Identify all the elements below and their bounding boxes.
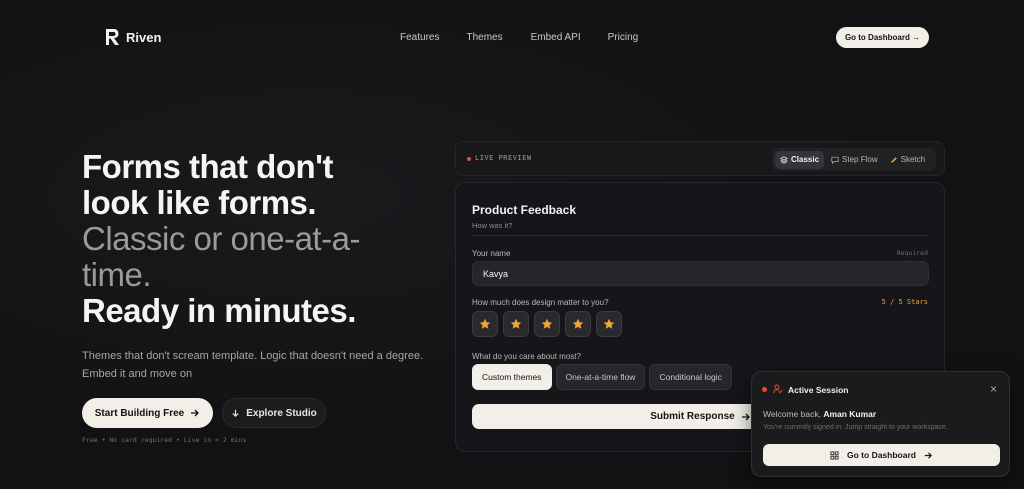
name-field-label: Your name [472, 249, 511, 258]
hero-subtitle-line-1: Themes that don't scream template. Logic… [82, 350, 424, 362]
session-dashboard-button[interactable]: Go to Dashboard [763, 444, 1000, 466]
star-button-4[interactable] [565, 311, 591, 337]
active-session-popup: Active Session × Welcome back, Aman Kuma… [751, 371, 1010, 477]
layers-icon [780, 155, 788, 164]
nav-link-themes[interactable]: Themes [466, 32, 502, 43]
riven-logo-icon [106, 29, 119, 45]
explore-studio-label: Explore Studio [246, 407, 317, 419]
nav-links: Features Themes Embed API Pricing [400, 32, 638, 43]
hero-line-2: look like forms. [82, 184, 317, 221]
session-title: Active Session [788, 385, 849, 395]
nav-link-features[interactable]: Features [400, 32, 439, 43]
hero-line-1: Forms that don't [82, 148, 334, 185]
chat-icon [831, 156, 839, 164]
chip-one-at-a-time-flow[interactable]: One-at-a-time flow [555, 364, 646, 390]
session-description: You're currently signed in. Jump straigh… [763, 424, 948, 431]
star-button-2[interactable] [503, 311, 529, 337]
divider [472, 235, 929, 236]
hero-subtitle: Themes that don't scream template. Logic… [82, 347, 432, 383]
nav-link-embed-api[interactable]: Embed API [531, 32, 581, 43]
mode-classic-label: Classic [791, 155, 820, 164]
mode-step-flow[interactable]: Step Flow [826, 151, 883, 169]
name-input[interactable]: Kavya [472, 261, 929, 286]
star-icon [510, 318, 522, 329]
star-button-5[interactable] [596, 311, 622, 337]
stars-count: 5 / 5 Stars [881, 298, 928, 306]
hero-line-4: time. [82, 256, 152, 293]
mode-step-flow-label: Step Flow [842, 155, 878, 164]
hero-subtitle-line-2: Embed it and move on [82, 368, 193, 380]
arrow-right-icon [191, 409, 200, 417]
brand-logo[interactable]: Riven [104, 28, 161, 46]
explore-studio-button[interactable]: Explore Studio [222, 398, 326, 428]
session-status-dot [762, 387, 767, 392]
session-welcome: Welcome back, Aman Kumar [763, 409, 876, 419]
chip-custom-themes[interactable]: Custom themes [472, 364, 552, 390]
live-preview-label: LIVE PREVIEW [475, 154, 532, 162]
session-user-name: Aman Kumar [823, 409, 877, 419]
star-icon [572, 318, 584, 329]
nav-link-pricing[interactable]: Pricing [608, 32, 639, 43]
start-building-label: Start Building Free [94, 407, 185, 419]
arrow-down-icon [232, 409, 239, 417]
top-nav: Riven Features Themes Embed API Pricing … [0, 0, 1024, 76]
form-subtitle: How was it? [472, 221, 513, 230]
required-label: Required [896, 249, 928, 257]
mode-switcher: Classic Step Flow Sketch [772, 148, 936, 171]
start-building-button[interactable]: Start Building Free [82, 398, 213, 428]
go-to-dashboard-button[interactable]: Go to Dashboard → [836, 27, 929, 48]
star-button-3[interactable] [534, 311, 560, 337]
hero-heading: Forms that don't look like forms. Classi… [82, 149, 422, 329]
mode-classic[interactable]: Classic [775, 150, 825, 169]
form-title: Product Feedback [472, 203, 577, 217]
design-question-label: How much does design matter to you? [472, 298, 609, 307]
arrow-right-icon [741, 413, 750, 420]
star-rating [472, 311, 622, 337]
mode-sketch-label: Sketch [900, 155, 926, 164]
chip-conditional-logic[interactable]: Conditional logic [649, 364, 732, 390]
star-button-1[interactable] [472, 311, 498, 337]
hero-line-5: Ready in minutes. [82, 292, 356, 329]
mode-sketch[interactable]: Sketch [885, 151, 930, 169]
arrow-right-icon [924, 451, 932, 459]
pencil-icon [890, 156, 897, 163]
dashboard-grid-icon [830, 450, 839, 460]
care-question-label: What do you care about most? [472, 352, 581, 361]
hero-fineprint: Free • No card required • Live in < 2 mi… [82, 436, 247, 444]
welcome-prefix: Welcome back, [763, 409, 824, 419]
care-options: Custom themes One-at-a-time flow Conditi… [472, 364, 732, 390]
live-preview-bar: LIVE PREVIEW Classic Step Flow Sketch [455, 141, 945, 176]
live-indicator-dot [467, 157, 471, 161]
user-check-icon [773, 384, 783, 394]
star-icon [479, 318, 491, 329]
session-dashboard-label: Go to Dashboard [847, 450, 916, 460]
close-icon[interactable]: × [990, 382, 997, 396]
brand-name: Riven [126, 29, 162, 45]
hero-line-3: Classic or one-at-a- [82, 220, 360, 257]
star-icon [603, 318, 615, 329]
star-icon [541, 318, 553, 329]
submit-response-label: Submit Response [650, 411, 735, 422]
